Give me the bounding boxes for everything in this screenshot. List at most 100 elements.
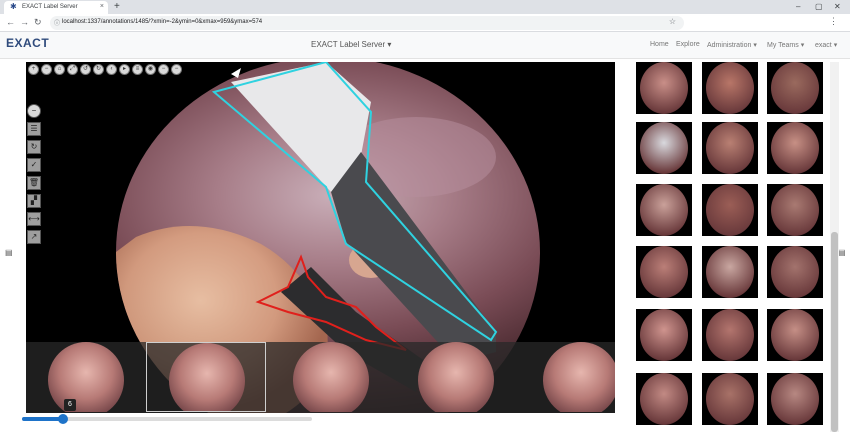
viewer-left-toolbar: − ☰ ↻ ✓ 🗑 ▞ ⟷ ↗: [27, 104, 43, 244]
frame-number-tooltip: 6: [64, 399, 76, 411]
frame-thumbnail[interactable]: [271, 342, 391, 412]
gallery-thumbnail[interactable]: [767, 122, 823, 174]
close-window-button[interactable]: ✕: [834, 1, 841, 13]
nav-my-teams-label: My Teams: [767, 42, 799, 49]
back-arrow-icon[interactable]: ←: [6, 17, 15, 28]
new-tab-button[interactable]: +: [114, 1, 120, 13]
frame-thumbnail[interactable]: [26, 342, 146, 412]
gallery-thumbnail[interactable]: [636, 62, 692, 114]
frame-thumbnail[interactable]: [521, 342, 615, 412]
refresh-icon[interactable]: ↻: [27, 140, 41, 154]
gallery-thumbnail[interactable]: [767, 184, 823, 236]
gallery-thumbnail[interactable]: [636, 184, 692, 236]
minus-icon[interactable]: −: [158, 63, 169, 75]
play-icon[interactable]: ▸: [119, 63, 130, 75]
thumbnail-image: [706, 184, 754, 236]
thumbnail-image: [706, 62, 754, 114]
eye-icon[interactable]: ◉: [145, 63, 156, 75]
crop-icon[interactable]: ▞: [27, 194, 41, 208]
trash-icon[interactable]: 🗑: [27, 176, 41, 190]
thumbnail-image: [640, 309, 688, 361]
viewer-top-toolbar: + − ⌂ ⤢ ↺ ↻ ‹ ▸ ≡ ◉ − −: [26, 62, 182, 76]
url-input[interactable]: ⓘ localhost:1337/annotations/1485/?xmin=…: [50, 16, 684, 30]
layers-icon[interactable]: ≡: [132, 63, 143, 75]
fullscreen-icon[interactable]: ⤢: [67, 63, 78, 75]
check-icon[interactable]: ✓: [27, 158, 41, 172]
forward-arrow-icon[interactable]: →: [20, 17, 29, 28]
app-navbar: EXACT EXACT Label Server ▾ Home Explore …: [0, 32, 850, 59]
frame-thumbnail-selected[interactable]: [146, 342, 266, 412]
thumbnail-image: [771, 246, 819, 298]
zoom-out-icon[interactable]: −: [41, 63, 52, 75]
gallery-thumbnail[interactable]: [767, 62, 823, 114]
stack-icon[interactable]: ☰: [27, 122, 41, 136]
zoom-in-icon[interactable]: +: [28, 63, 39, 75]
gallery-thumbnail[interactable]: [767, 309, 823, 361]
thumbnail-image: [706, 122, 754, 174]
gallery-thumbnail[interactable]: [767, 246, 823, 298]
tab-title: EXACT Label Server: [22, 4, 78, 10]
gallery-thumbnail[interactable]: [702, 373, 758, 425]
nav-administration[interactable]: Administration ▾: [707, 41, 757, 49]
gallery-thumbnail[interactable]: [702, 246, 758, 298]
scrollbar-thumb[interactable]: [831, 232, 838, 432]
reload-icon[interactable]: ↻: [34, 17, 42, 28]
gallery-scrollbar[interactable]: [830, 62, 839, 432]
bookmark-star-icon[interactable]: ☆: [669, 17, 676, 26]
address-bar: ← → ↻ ⓘ localhost:1337/annotations/1485/…: [0, 14, 850, 32]
info-icon: ⓘ: [54, 21, 61, 27]
frame-thumbnail[interactable]: [396, 342, 516, 412]
thumbnail-image: [640, 122, 688, 174]
rotate-left-icon[interactable]: ↺: [80, 63, 91, 75]
thumbnail-image: [771, 373, 819, 425]
gallery-thumbnail[interactable]: [702, 309, 758, 361]
thumbnail-image: [640, 62, 688, 114]
minus-icon[interactable]: −: [171, 63, 182, 75]
minimize-button[interactable]: –: [796, 1, 800, 13]
thumbnail-image: [771, 184, 819, 236]
measure-icon[interactable]: ⟷: [27, 212, 41, 226]
thumbnail-image: [771, 122, 819, 174]
browser-menu-icon[interactable]: ⋮: [829, 16, 838, 27]
gallery-thumbnail[interactable]: [702, 184, 758, 236]
previous-frame-icon[interactable]: ‹: [106, 63, 117, 75]
thumbnail-image: [640, 373, 688, 425]
gallery-thumbnail[interactable]: [702, 122, 758, 174]
brand-dropdown[interactable]: EXACT Label Server ▾: [311, 40, 391, 49]
gallery-thumbnail[interactable]: [636, 246, 692, 298]
slider-handle[interactable]: [57, 414, 68, 424]
left-panel-toggle-icon[interactable]: ▤: [5, 248, 13, 257]
gallery-thumbnail[interactable]: [636, 373, 692, 425]
home-view-icon[interactable]: ⌂: [54, 63, 65, 75]
image-viewer[interactable]: + − ⌂ ⤢ ↺ ↻ ‹ ▸ ≡ ◉ − − − ☰ ↻ ✓ 🗑 ▞ ⟷ ↗: [26, 62, 615, 413]
nav-my-teams[interactable]: My Teams ▾: [767, 41, 804, 49]
gallery-thumbnail[interactable]: [636, 309, 692, 361]
maximize-button[interactable]: ▢: [815, 1, 823, 13]
thumbnail-image: [640, 184, 688, 236]
browser-tab-strip: ✱ EXACT Label Server × + – ▢ ✕: [0, 0, 850, 14]
thumbnail-image: [706, 309, 754, 361]
gallery-thumbnail[interactable]: [702, 62, 758, 114]
gallery-thumbnail[interactable]: [767, 373, 823, 425]
frame-strip: [26, 342, 615, 413]
caret-down-icon: ▾: [387, 40, 392, 49]
caret-down-icon: ▾: [753, 42, 757, 49]
image-gallery: [634, 62, 830, 436]
collapse-icon[interactable]: −: [27, 104, 41, 118]
tab-close-icon[interactable]: ×: [100, 3, 104, 10]
nav-explore[interactable]: Explore: [676, 41, 700, 48]
nav-user[interactable]: exact ▾: [815, 41, 837, 49]
nav-home[interactable]: Home: [650, 41, 669, 48]
nav-user-label: exact: [815, 42, 832, 49]
right-panel-toggle-icon[interactable]: ▤: [838, 248, 846, 257]
exact-logo[interactable]: EXACT: [6, 36, 49, 50]
url-text: localhost:1337/annotations/1485/?xmin=-2…: [62, 19, 263, 25]
thumbnail-image: [771, 62, 819, 114]
browser-tab[interactable]: ✱ EXACT Label Server ×: [4, 1, 108, 14]
gallery-thumbnail[interactable]: [636, 122, 692, 174]
rotate-right-icon[interactable]: ↻: [93, 63, 104, 75]
thumbnail-image: [771, 309, 819, 361]
thumbnail-image: [706, 246, 754, 298]
frame-slider[interactable]: [22, 414, 312, 424]
chart-icon[interactable]: ↗: [27, 230, 41, 244]
